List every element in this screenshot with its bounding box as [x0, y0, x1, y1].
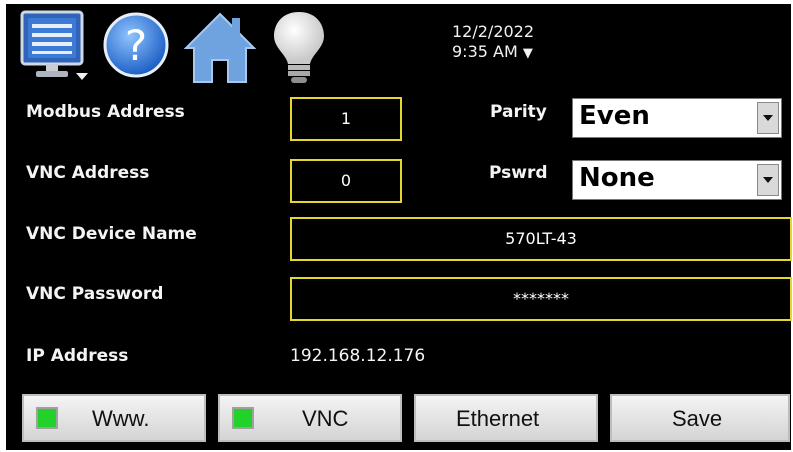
lightbulb-icon[interactable]: [270, 8, 328, 86]
modbus-address-label: Modbus Address: [26, 102, 185, 122]
header-bar: ? 12/2/2022 9:35 AM ▼: [6, 4, 791, 90]
www-button-label: Www.: [92, 406, 150, 431]
password-mode-label: Pswrd: [489, 163, 548, 183]
www-button[interactable]: Www.: [22, 394, 206, 442]
vnc-address-field[interactable]: 0: [290, 159, 402, 203]
save-button[interactable]: Save: [610, 394, 790, 442]
dropdown-triangle-icon: ▼: [522, 46, 533, 61]
date-time-display[interactable]: 12/2/2022 9:35 AM ▼: [452, 22, 534, 64]
vnc-device-name-label: VNC Device Name: [26, 224, 197, 244]
vnc-password-field[interactable]: *******: [290, 277, 792, 321]
ethernet-button-label: Ethernet: [456, 406, 540, 431]
screen: ? 12/2/2022 9:35 AM ▼ Modbus Address 1 P…: [0, 0, 793, 452]
modbus-address-field[interactable]: 1: [290, 97, 402, 141]
home-icon[interactable]: [183, 10, 257, 84]
www-status-led: [36, 407, 58, 429]
vnc-button[interactable]: VNC: [218, 394, 402, 442]
ip-address-value: 192.168.12.176: [290, 346, 426, 366]
ip-address-label: IP Address: [26, 346, 129, 366]
ethernet-button[interactable]: Ethernet: [414, 394, 598, 442]
vnc-address-label: VNC Address: [26, 163, 150, 183]
vnc-button-label: VNC: [302, 406, 349, 431]
parity-value: Even: [579, 101, 650, 131]
vnc-status-led: [232, 407, 254, 429]
password-mode-select[interactable]: None: [572, 160, 782, 200]
svg-text:?: ?: [125, 21, 147, 70]
hmi-panel: ? 12/2/2022 9:35 AM ▼ Modbus Address 1 P…: [6, 4, 792, 450]
vnc-device-name-field[interactable]: 570LT-43: [290, 217, 792, 261]
time-text: 9:35 AM: [452, 42, 518, 61]
help-icon[interactable]: ?: [102, 10, 170, 80]
date-text: 12/2/2022: [452, 22, 535, 41]
save-button-label: Save: [672, 406, 723, 431]
monitor-menu-icon[interactable]: [16, 8, 92, 84]
password-mode-value: None: [579, 163, 655, 193]
password-mode-dropdown-arrow-icon[interactable]: [757, 164, 779, 196]
vnc-password-label: VNC Password: [26, 284, 164, 304]
parity-label: Parity: [490, 102, 547, 122]
parity-select[interactable]: Even: [572, 98, 782, 138]
parity-dropdown-arrow-icon[interactable]: [757, 102, 779, 134]
